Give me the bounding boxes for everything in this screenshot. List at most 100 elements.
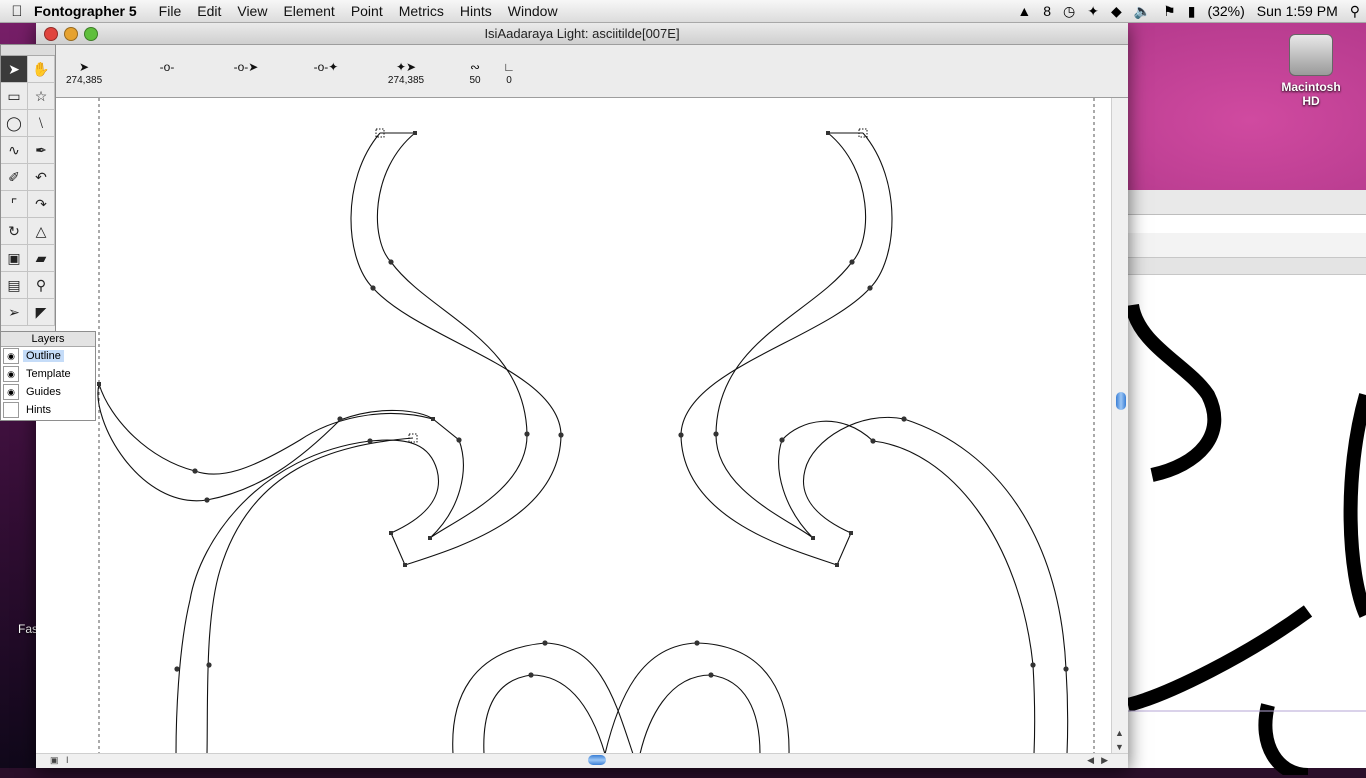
curve-point[interactable] [713,431,719,437]
curve-point-tool-icon[interactable]: ↶ [28,164,55,191]
curve-point[interactable] [524,431,530,437]
blend-tool-icon[interactable]: ◤ [28,299,55,326]
curve-point[interactable] [528,672,534,678]
spotlight-icon[interactable]: ⚲ [1350,3,1360,20]
corner-point[interactable] [389,531,393,535]
menu-metrics[interactable]: Metrics [399,3,444,19]
skew-tool-icon[interactable]: ▰ [28,245,55,272]
scale-tool-icon[interactable]: ▣ [1,245,28,272]
hand-tool-icon[interactable]: ✋ [28,56,55,83]
menu-view[interactable]: View [237,3,267,19]
knife-tool-icon[interactable]: ➢ [1,299,28,326]
scroll-down-arrow-icon[interactable]: ▼ [1115,742,1124,752]
glyph-canvas[interactable] [36,98,1112,754]
corner-point[interactable] [849,531,853,535]
curve-point[interactable] [1063,666,1069,672]
curve-point[interactable] [206,662,212,668]
eye-icon[interactable]: ◉ [3,366,19,382]
corner-point-tool[interactable]: -o- [154,59,180,75]
calligraphy-tool-icon[interactable]: ✐ [1,164,28,191]
curve-point[interactable] [849,259,855,265]
bluetooth-icon[interactable]: ✦ [1087,3,1099,20]
curve-point[interactable] [370,285,376,291]
angle-control[interactable]: ∟ 0 [498,59,520,86]
vertical-scrollbar[interactable]: ▲ ▼ [1111,98,1128,754]
curve-point[interactable] [708,672,714,678]
layer-row-template[interactable]: ◉ Template [1,365,95,383]
curve-point[interactable] [337,416,343,422]
corner-point[interactable] [835,563,839,567]
adobe-icon[interactable]: ▲ [1017,3,1031,19]
corner-point[interactable] [431,417,435,421]
menu-hints[interactable]: Hints [460,3,492,19]
curve-point[interactable] [1030,662,1036,668]
vertical-scroll-thumb[interactable] [1116,392,1126,410]
clock[interactable]: Sun 1:59 PM [1257,3,1338,19]
tension-control[interactable]: ∾ 50 [464,59,486,86]
outline-path-left-inner[interactable] [206,437,414,754]
eye-icon[interactable]: ◉ [3,348,19,364]
text-cursor-icon[interactable]: I [66,755,69,765]
measure-tool-icon[interactable]: ▤ [1,272,28,299]
corner-point[interactable] [403,563,407,567]
scroll-left-arrow-icon[interactable]: ◀ [1087,755,1094,766]
horizontal-scroll-thumb[interactable] [588,755,606,765]
layer-row-hints[interactable]: Hints [1,401,95,419]
curve-point[interactable] [779,437,785,443]
tangent-point-tool-icon[interactable]: ↷ [28,191,55,218]
flag-icon[interactable]: ⚑ [1163,3,1176,20]
pen-tool-icon[interactable]: ✒ [28,137,55,164]
eye-icon[interactable]: ◉ [3,384,19,400]
visibility-checkbox[interactable] [3,402,19,418]
curve-point[interactable] [867,285,873,291]
curve-point[interactable] [542,640,548,646]
curve-point[interactable] [870,438,876,444]
line-tool-icon[interactable]: ⧵ [28,110,55,137]
corner-point-tool-icon[interactable]: ⌜ [1,191,28,218]
tangent-point-tool[interactable]: -o-✦ [308,59,344,75]
corner-point[interactable] [826,131,830,135]
menu-file[interactable]: File [159,3,182,19]
outline-path-bottom-left-outer[interactable] [452,642,634,754]
lock-icon[interactable]: ▣ [50,755,59,766]
arrow-tool-icon[interactable]: ➤ [1,56,28,83]
curve-point[interactable] [204,497,210,503]
outline-path-bottom-right-outer[interactable] [604,642,790,754]
freehand-tool-icon[interactable]: ∿ [1,137,28,164]
layers-titlebar[interactable]: Layers [1,332,95,347]
curve-point[interactable] [694,640,700,646]
volume-icon[interactable]: 🔈 [1134,3,1151,20]
apple-menu-icon[interactable]:  [0,3,34,20]
window-titlebar[interactable]: IsiAadaraya Light: asciitilde[007E] [36,22,1128,45]
outline-path-bottom-left-inner[interactable] [483,674,606,754]
scroll-right-arrow-icon[interactable]: ▶ [1101,755,1108,766]
layer-row-outline[interactable]: ◉ Outline [1,347,95,365]
reflect-tool-icon[interactable]: △ [28,218,55,245]
curve-point[interactable] [678,432,684,438]
outline-path-right-inner[interactable] [715,132,1036,754]
wifi-icon[interactable]: ◆ [1111,3,1122,20]
rectangle-tool-icon[interactable]: ▭ [1,83,28,110]
rotate-tool-icon[interactable]: ↻ [1,218,28,245]
corner-point[interactable] [428,536,432,540]
glyph-outline[interactable] [36,98,1112,754]
curve-point[interactable] [388,259,394,265]
corner-point[interactable] [97,382,101,386]
curve-point[interactable] [192,468,198,474]
battery-icon[interactable]: ▮ [1188,3,1196,20]
curve-point[interactable] [174,666,180,672]
menu-edit[interactable]: Edit [197,3,221,19]
outline-path-left-upper[interactable] [98,132,528,539]
curve-point[interactable] [558,432,564,438]
corner-point[interactable] [811,536,815,540]
outline-path-bottom-right-inner[interactable] [639,674,761,754]
star-tool-icon[interactable]: ☆ [28,83,55,110]
background-window[interactable] [1125,190,1366,778]
outline-path-right-outer[interactable] [680,132,1069,754]
horizontal-scrollbar[interactable]: ▣ I ◀ ▶ [36,753,1128,768]
palette-titlebar[interactable] [1,45,55,56]
curve-point[interactable] [456,437,462,443]
menu-element[interactable]: Element [283,3,334,19]
ellipse-tool-icon[interactable]: ◯ [1,110,28,137]
curve-point-tool[interactable]: -o-➤ [228,59,264,75]
